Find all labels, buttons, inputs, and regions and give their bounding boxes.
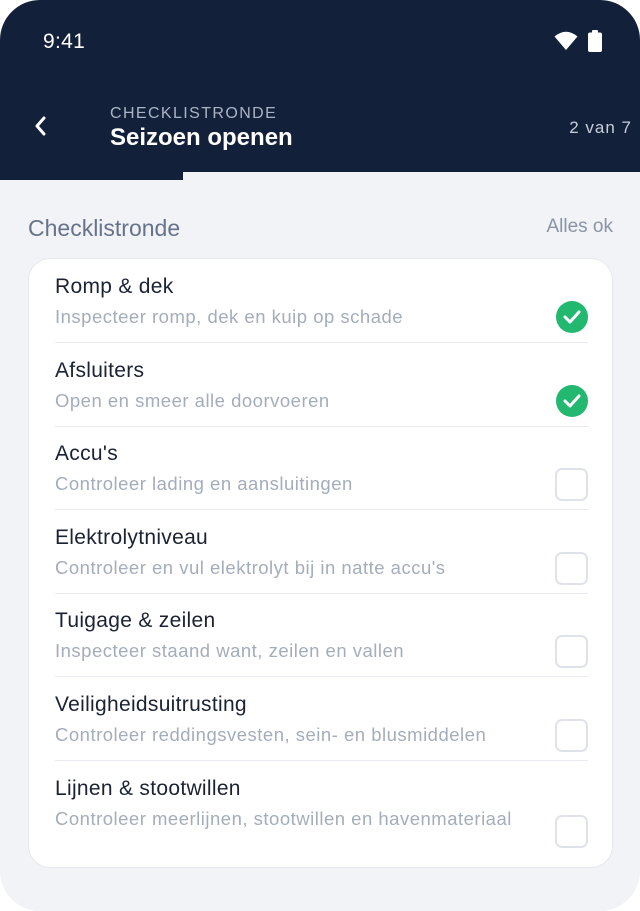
battery-icon [588,30,602,57]
checklist-card: Romp & dek Inspecteer romp, dek en kuip o… [28,258,613,868]
checklist-item-description: Controleer meerlijnen, stootwillen en ha… [55,808,512,829]
checkbox[interactable] [555,468,588,501]
progress-fill [0,172,183,180]
checklist-item[interactable]: Accu's Controleer lading en aansluitingen [55,442,588,502]
page-title: Seizoen openen [110,124,293,151]
chevron-left-icon [33,115,47,142]
divider [55,426,588,427]
check-circle-icon[interactable] [556,385,588,417]
checklist-item[interactable]: Lijnen & stootwillen Controleer meerlijne… [55,777,588,857]
checklist-item[interactable]: Tuigage & zeilen Inspecteer staand want, … [55,609,588,669]
checklist-item-description: Controleer reddingsvesten, sein- en blus… [55,724,487,745]
checklist-item-label: Accu's [55,442,118,465]
checkbox[interactable] [555,552,588,585]
checklist-item-description: Open en smeer alle doorvoeren [55,390,330,411]
phone-screen: 9:41 CHECKLISTRONDE Seizoen openen 2 van… [0,0,640,911]
checklist-item[interactable]: Veiligheidsuitrusting Controleer reddings… [55,693,588,753]
checklist-item-description: Inspecteer staand want, zeilen en vallen [55,640,405,661]
checklist-item-description: Controleer en vul elektrolyt bij in natt… [55,557,446,578]
divider [55,342,588,343]
back-button[interactable] [22,110,58,146]
checklist-item-label: Elektrolytniveau [55,526,209,549]
section-title: Checklistronde [28,215,181,241]
checklist-item-label: Romp & dek [55,275,174,298]
divider [55,676,588,677]
checklist-item-label: Tuigage & zeilen [55,609,216,632]
checklist-item[interactable]: Afsluiters Open en smeer alle doorvoeren [55,359,588,419]
checklist-item-description: Inspecteer romp, dek en kuip op schade [55,306,404,327]
checklist-item-label: Lijnen & stootwillen [55,777,241,800]
checkbox[interactable] [555,719,588,752]
checklist-item-description: Controleer lading en aansluitingen [55,473,353,494]
all-ok-button[interactable]: Alles ok [546,216,613,238]
checkbox[interactable] [555,635,588,668]
checklist-item[interactable]: Elektrolytniveau Controleer en vul elektr… [55,526,588,586]
status-icons [554,30,602,57]
checklist-item[interactable]: Romp & dek Inspecteer romp, dek en kuip o… [55,275,588,335]
checkbox[interactable] [555,815,588,848]
status-time: 9:41 [43,30,86,53]
divider [55,760,588,761]
check-circle-icon[interactable] [556,301,588,333]
wifi-icon [554,31,578,56]
checklist-item-label: Afsluiters [55,359,145,382]
checklist-item-label: Veiligheidsuitrusting [55,693,247,716]
header-kicker: CHECKLISTRONDE [110,105,278,122]
step-counter: 2 van 7 [569,118,632,137]
divider [55,509,588,510]
app-header: 9:41 CHECKLISTRONDE Seizoen openen 2 van… [0,0,640,180]
divider [55,593,588,594]
